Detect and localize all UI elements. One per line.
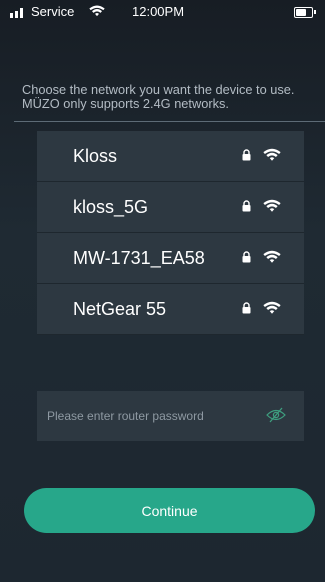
router-password-input[interactable] <box>37 391 304 441</box>
continue-button[interactable]: Continue <box>24 488 315 533</box>
network-list: Kloss kloss_5G MW-1731_EA58 NetGear 55 <box>37 131 304 335</box>
network-item-kloss-5g[interactable]: kloss_5G <box>37 182 304 232</box>
network-name: MW-1731_EA58 <box>73 248 205 268</box>
lock-icon <box>242 302 251 314</box>
divider <box>14 121 325 122</box>
wifi-icon <box>263 301 281 314</box>
network-name: NetGear 55 <box>73 299 167 319</box>
battery-level <box>296 9 306 16</box>
network-name: kloss_5G <box>73 197 149 217</box>
signal-strength-icon <box>10 8 26 18</box>
lock-icon <box>242 149 251 161</box>
battery-tip <box>314 10 316 14</box>
network-instruction: Choose the network you want the device t… <box>22 82 295 111</box>
wifi-icon <box>263 199 281 212</box>
wifi-status-icon <box>89 5 105 17</box>
network-item-kloss[interactable]: Kloss <box>37 131 304 181</box>
wifi-icon <box>263 148 281 161</box>
status-bar: Service 12:00PM <box>0 0 325 24</box>
network-item-netgear-55[interactable]: NetGear 55 <box>37 284 304 334</box>
wifi-icon <box>263 250 281 263</box>
network-name: Kloss <box>73 146 118 166</box>
network-item-mw-1731-ea58[interactable]: MW-1731_EA58 <box>37 233 304 283</box>
carrier-name: Service <box>31 4 75 19</box>
lock-icon <box>242 200 251 212</box>
lock-icon <box>242 251 251 263</box>
eye-slash-icon[interactable] <box>266 406 286 424</box>
clock: 12:00PM <box>132 4 185 19</box>
battery-icon <box>294 7 313 18</box>
